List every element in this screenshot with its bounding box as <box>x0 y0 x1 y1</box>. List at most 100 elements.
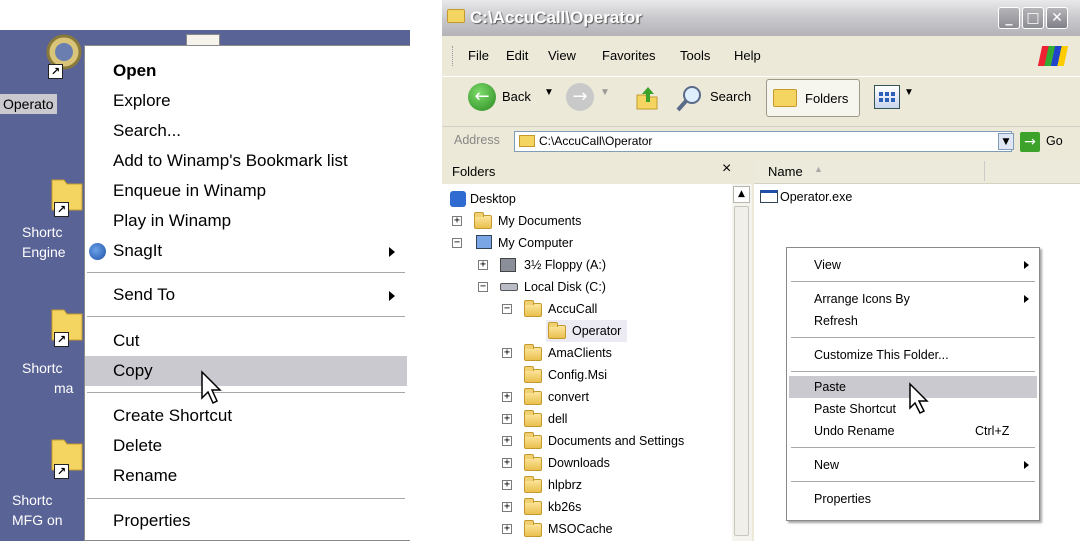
tree-item-convert[interactable]: + convert <box>502 386 589 408</box>
tree-item-msocache[interactable]: + MSOCache <box>502 518 613 540</box>
menu-item-refresh[interactable]: Refresh <box>789 310 1037 332</box>
windows-logo-icon <box>1037 46 1069 66</box>
menu-item-customize-folder[interactable]: Customize This Folder... <box>789 344 1037 366</box>
mouse-pointer-icon <box>201 370 222 405</box>
back-button[interactable]: Back <box>502 89 531 104</box>
close-button[interactable]: ✕ <box>1046 7 1068 29</box>
column-name-header[interactable]: Name <box>768 164 803 179</box>
expand-icon[interactable]: + <box>502 524 512 534</box>
menu-item-open[interactable]: Open <box>85 56 407 86</box>
tree-item-operator[interactable]: Operator <box>546 320 628 342</box>
tree-item-downloads[interactable]: + Downloads <box>502 452 610 474</box>
toolbar: ← Back ▼ → ▼ Search Folders ▼ <box>442 76 1080 120</box>
menu-help[interactable]: Help <box>734 48 761 63</box>
menu-item-send-to[interactable]: Send To <box>85 280 407 310</box>
tree-item-dell[interactable]: + dell <box>502 408 567 430</box>
tree-item-kb26s[interactable]: + kb26s <box>502 496 581 518</box>
menu-separator <box>87 498 405 499</box>
back-arrow-icon[interactable]: ← <box>468 83 496 111</box>
minimize-button[interactable]: _ <box>998 7 1020 29</box>
menu-file[interactable]: File <box>468 48 489 63</box>
tree-item-local-disk[interactable]: − Local Disk (C:) <box>478 276 606 298</box>
tree-item-label: AmaClients <box>548 346 612 360</box>
collapse-icon[interactable]: − <box>478 282 488 292</box>
expand-icon[interactable]: + <box>452 216 462 226</box>
tree-item-label: My Computer <box>498 236 574 250</box>
up-folder-icon[interactable] <box>634 83 660 111</box>
back-dropdown-icon[interactable]: ▼ <box>544 87 554 98</box>
maximize-button[interactable]: □ <box>1022 7 1044 29</box>
menu-item-rename[interactable]: Rename <box>85 461 407 491</box>
expand-icon[interactable]: + <box>502 458 512 468</box>
close-panel-button[interactable]: × <box>722 160 731 178</box>
tree-item-label: convert <box>548 390 589 404</box>
menu-item-view[interactable]: View <box>789 254 1037 276</box>
menu-view[interactable]: View <box>548 48 576 63</box>
menu-item-copy[interactable]: Copy <box>85 356 407 386</box>
tree-item-documents-and-settings[interactable]: + Documents and Settings <box>502 430 684 452</box>
menu-item-winamp-bookmark[interactable]: Add to Winamp's Bookmark list <box>85 146 407 176</box>
menu-item-snagit[interactable]: SnagIt <box>85 236 407 266</box>
tree-item-config-msi[interactable]: Config.Msi <box>502 364 607 386</box>
tree-item-accucall[interactable]: − AccuCall <box>502 298 597 320</box>
menu-item-winamp-play[interactable]: Play in Winamp <box>85 206 407 236</box>
menu-item-explore[interactable]: Explore <box>85 86 407 116</box>
search-icon[interactable] <box>674 83 704 113</box>
expand-icon[interactable]: + <box>478 260 488 270</box>
tree-item-my-computer[interactable]: − My Computer <box>452 232 573 254</box>
menu-tools[interactable]: Tools <box>680 48 710 63</box>
collapse-icon[interactable]: − <box>502 304 512 314</box>
folder-icon <box>519 135 535 147</box>
folders-button[interactable]: Folders <box>766 79 860 117</box>
menu-item-cut[interactable]: Cut <box>85 326 407 356</box>
expand-icon[interactable]: + <box>502 436 512 446</box>
forward-dropdown-icon[interactable]: ▼ <box>600 87 610 98</box>
address-input[interactable]: C:\AccuCall\Operator <box>514 131 1012 152</box>
file-item-operator-exe[interactable]: Operator.exe <box>760 188 852 206</box>
menu-item-create-shortcut[interactable]: Create Shortcut <box>85 401 407 431</box>
go-button[interactable]: Go <box>1046 134 1063 148</box>
folder-icon <box>447 9 465 23</box>
file-name: Operator.exe <box>780 190 853 204</box>
tree-item-amaclients[interactable]: + AmaClients <box>502 342 612 364</box>
menu-item-arrange-icons[interactable]: Arrange Icons By <box>789 288 1037 310</box>
scroll-up-icon[interactable]: ▲ <box>733 186 750 203</box>
submenu-arrow-icon <box>389 247 395 257</box>
menu-edit[interactable]: Edit <box>506 48 528 63</box>
menu-favorites[interactable]: Favorites <box>602 48 655 63</box>
menu-item-shortcut: Ctrl+Z <box>975 424 1010 438</box>
menu-item-properties[interactable]: Properties <box>85 506 407 536</box>
tree-item-my-documents[interactable]: + My Documents <box>452 210 581 232</box>
collapse-icon[interactable]: − <box>452 238 462 248</box>
desktop-icon-label-line2: ma <box>54 380 74 396</box>
tree-item-floppy[interactable]: + 3½ Floppy (A:) <box>478 254 606 276</box>
expand-icon[interactable]: + <box>502 392 512 402</box>
tree-scrollbar[interactable]: ▲ <box>732 184 752 541</box>
column-divider[interactable] <box>984 161 985 181</box>
forward-arrow-icon[interactable]: → <box>566 83 594 111</box>
tree-item-desktop[interactable]: Desktop <box>448 188 516 210</box>
menu-item-search[interactable]: Search... <box>85 116 407 146</box>
search-button[interactable]: Search <box>710 89 751 104</box>
expand-icon[interactable]: + <box>502 502 512 512</box>
menu-item-label: SnagIt <box>113 241 163 260</box>
views-dropdown-icon[interactable]: ▼ <box>904 87 914 98</box>
menu-item-winamp-enqueue[interactable]: Enqueue in Winamp <box>85 176 407 206</box>
expand-icon[interactable]: + <box>502 414 512 424</box>
menu-item-properties[interactable]: Properties <box>789 488 1037 510</box>
submenu-arrow-icon <box>1024 295 1029 303</box>
scroll-thumb[interactable] <box>734 206 749 536</box>
menu-item-label: View <box>814 258 841 272</box>
tree-item-hlpbrz[interactable]: + hlpbrz <box>502 474 582 496</box>
menu-item-undo-rename[interactable]: Undo Rename Ctrl+Z <box>789 420 1037 442</box>
screenshot-root: ↗ Operato ↗ Shortc Engine ↗ Shortc ma ↗ … <box>0 0 1080 541</box>
title-bar[interactable]: C:\AccuCall\Operator _ □ ✕ <box>442 0 1080 36</box>
expand-icon[interactable]: + <box>502 348 512 358</box>
menu-item-delete[interactable]: Delete <box>85 431 407 461</box>
go-arrow-icon[interactable]: → <box>1020 132 1040 152</box>
expand-icon[interactable]: + <box>502 480 512 490</box>
address-dropdown-icon[interactable]: ▼ <box>998 133 1014 150</box>
views-icon[interactable] <box>874 85 900 109</box>
tree-item-label: Config.Msi <box>548 368 608 382</box>
menu-item-new[interactable]: New <box>789 454 1037 476</box>
